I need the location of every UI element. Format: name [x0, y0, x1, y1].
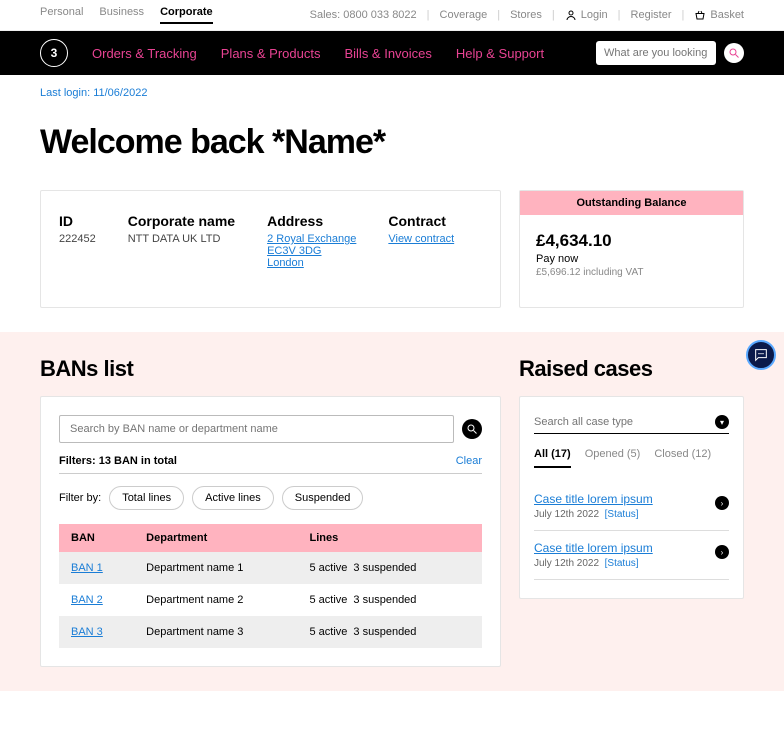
top-utility-bar: Personal Business Corporate Sales: 0800 …: [0, 0, 784, 31]
dept-cell: Department name 1: [134, 552, 297, 584]
ban-link[interactable]: BAN 1: [71, 562, 103, 574]
filterby-label: Filter by:: [59, 492, 101, 504]
case-item[interactable]: Case title lorem ipsum July 12th 2022 [S…: [534, 482, 729, 531]
address-line-2[interactable]: EC3V 3DG: [267, 245, 356, 257]
pay-now-link[interactable]: Pay now: [536, 253, 727, 265]
nav-help[interactable]: Help & Support: [456, 46, 544, 61]
filter-active-lines[interactable]: Active lines: [192, 486, 274, 510]
table-row: BAN 1 Department name 1 5 active3 suspen…: [59, 552, 482, 584]
cases-card: ▾ All (17) Opened (5) Closed (12) Case t…: [519, 396, 744, 599]
sales-phone: Sales: 0800 033 8022: [310, 9, 417, 21]
tab-opened[interactable]: Opened (5): [585, 448, 641, 468]
tab-all[interactable]: All (17): [534, 448, 571, 468]
col-lines: Lines: [298, 524, 483, 552]
clear-filters[interactable]: Clear: [456, 455, 482, 467]
case-date: July 12th 2022: [534, 509, 599, 520]
last-login: Last login: 11/06/2022: [40, 87, 744, 99]
case-tabs: All (17) Opened (5) Closed (12): [534, 448, 729, 468]
filter-suspended[interactable]: Suspended: [282, 486, 364, 510]
lines-cell: 5 active3 suspended: [298, 616, 483, 648]
dept-cell: Department name 2: [134, 584, 297, 616]
case-status: [Status]: [605, 558, 639, 569]
basket-link[interactable]: Basket: [694, 9, 744, 21]
address-line-1[interactable]: 2 Royal Exchange: [267, 233, 356, 245]
dept-cell: Department name 3: [134, 616, 297, 648]
coverage-link[interactable]: Coverage: [440, 9, 488, 21]
balance-header: Outstanding Balance: [520, 191, 743, 215]
corp-value: NTT DATA UK LTD: [128, 233, 235, 245]
bans-table: BAN Department Lines BAN 1 Department na…: [59, 524, 482, 648]
case-date: July 12th 2022: [534, 558, 599, 569]
balance-vat: £5,696.12 including VAT: [536, 267, 727, 278]
user-icon: [565, 9, 577, 21]
ban-link[interactable]: BAN 2: [71, 594, 103, 606]
segment-personal[interactable]: Personal: [40, 6, 83, 24]
id-label: ID: [59, 213, 96, 229]
main-nav: 3 Orders & Tracking Plans & Products Bil…: [0, 31, 784, 75]
chevron-right-icon: ›: [715, 545, 729, 559]
chat-button[interactable]: [746, 340, 776, 370]
search-button[interactable]: [724, 43, 744, 63]
corp-label: Corporate name: [128, 213, 235, 229]
ban-search-button[interactable]: [462, 419, 482, 439]
segment-business[interactable]: Business: [99, 6, 144, 24]
chevron-down-icon: ▾: [720, 418, 724, 427]
bans-card: Filters: 13 BAN in total Clear Filter by…: [40, 396, 501, 667]
search-icon: [728, 47, 740, 59]
nav-orders[interactable]: Orders & Tracking: [92, 46, 197, 61]
basket-icon: [694, 9, 706, 21]
filters-count: Filters: 13 BAN in total: [59, 455, 177, 467]
nav-plans[interactable]: Plans & Products: [221, 46, 321, 61]
nav-bills[interactable]: Bills & Invoices: [344, 46, 431, 61]
search-icon: [466, 423, 478, 435]
stores-link[interactable]: Stores: [510, 9, 542, 21]
chat-icon: [753, 347, 769, 363]
cases-title: Raised cases: [519, 356, 744, 382]
site-search: [596, 41, 744, 65]
segment-corporate[interactable]: Corporate: [160, 6, 213, 24]
case-title-link[interactable]: Case title lorem ipsum: [534, 541, 653, 555]
account-summary-card: ID 222452 Corporate name NTT DATA UK LTD…: [40, 190, 501, 308]
case-title-link[interactable]: Case title lorem ipsum: [534, 492, 653, 506]
balance-card: Outstanding Balance £4,634.10 Pay now £5…: [519, 190, 744, 308]
segment-tabs: Personal Business Corporate: [40, 6, 213, 24]
id-value: 222452: [59, 233, 96, 245]
view-contract-link[interactable]: View contract: [388, 233, 454, 245]
lines-cell: 5 active3 suspended: [298, 552, 483, 584]
register-link[interactable]: Register: [631, 9, 672, 21]
case-item[interactable]: Case title lorem ipsum July 12th 2022 [S…: [534, 531, 729, 580]
balance-amount: £4,634.10: [536, 231, 727, 251]
table-row: BAN 3 Department name 3 5 active3 suspen…: [59, 616, 482, 648]
address-line-3[interactable]: London: [267, 257, 356, 269]
tab-closed[interactable]: Closed (12): [654, 448, 711, 468]
login-link[interactable]: Login: [565, 9, 608, 21]
case-search-input[interactable]: [534, 416, 715, 428]
contract-label: Contract: [388, 213, 454, 229]
filter-total-lines[interactable]: Total lines: [109, 486, 184, 510]
case-search-dropdown[interactable]: ▾: [715, 415, 729, 429]
page-title: Welcome back *Name*: [40, 123, 744, 162]
ban-search-input[interactable]: [59, 415, 454, 443]
chevron-right-icon: ›: [715, 496, 729, 510]
brand-logo[interactable]: 3: [40, 39, 68, 67]
col-dept: Department: [134, 524, 297, 552]
table-row: BAN 2 Department name 2 5 active3 suspen…: [59, 584, 482, 616]
address-label: Address: [267, 213, 356, 229]
col-ban: BAN: [59, 524, 134, 552]
top-links: Sales: 0800 033 8022| Coverage| Stores| …: [310, 9, 744, 21]
search-input[interactable]: [596, 41, 716, 65]
lines-cell: 5 active3 suspended: [298, 584, 483, 616]
bans-title: BANs list: [40, 356, 501, 382]
case-status: [Status]: [605, 509, 639, 520]
ban-link[interactable]: BAN 3: [71, 626, 103, 638]
